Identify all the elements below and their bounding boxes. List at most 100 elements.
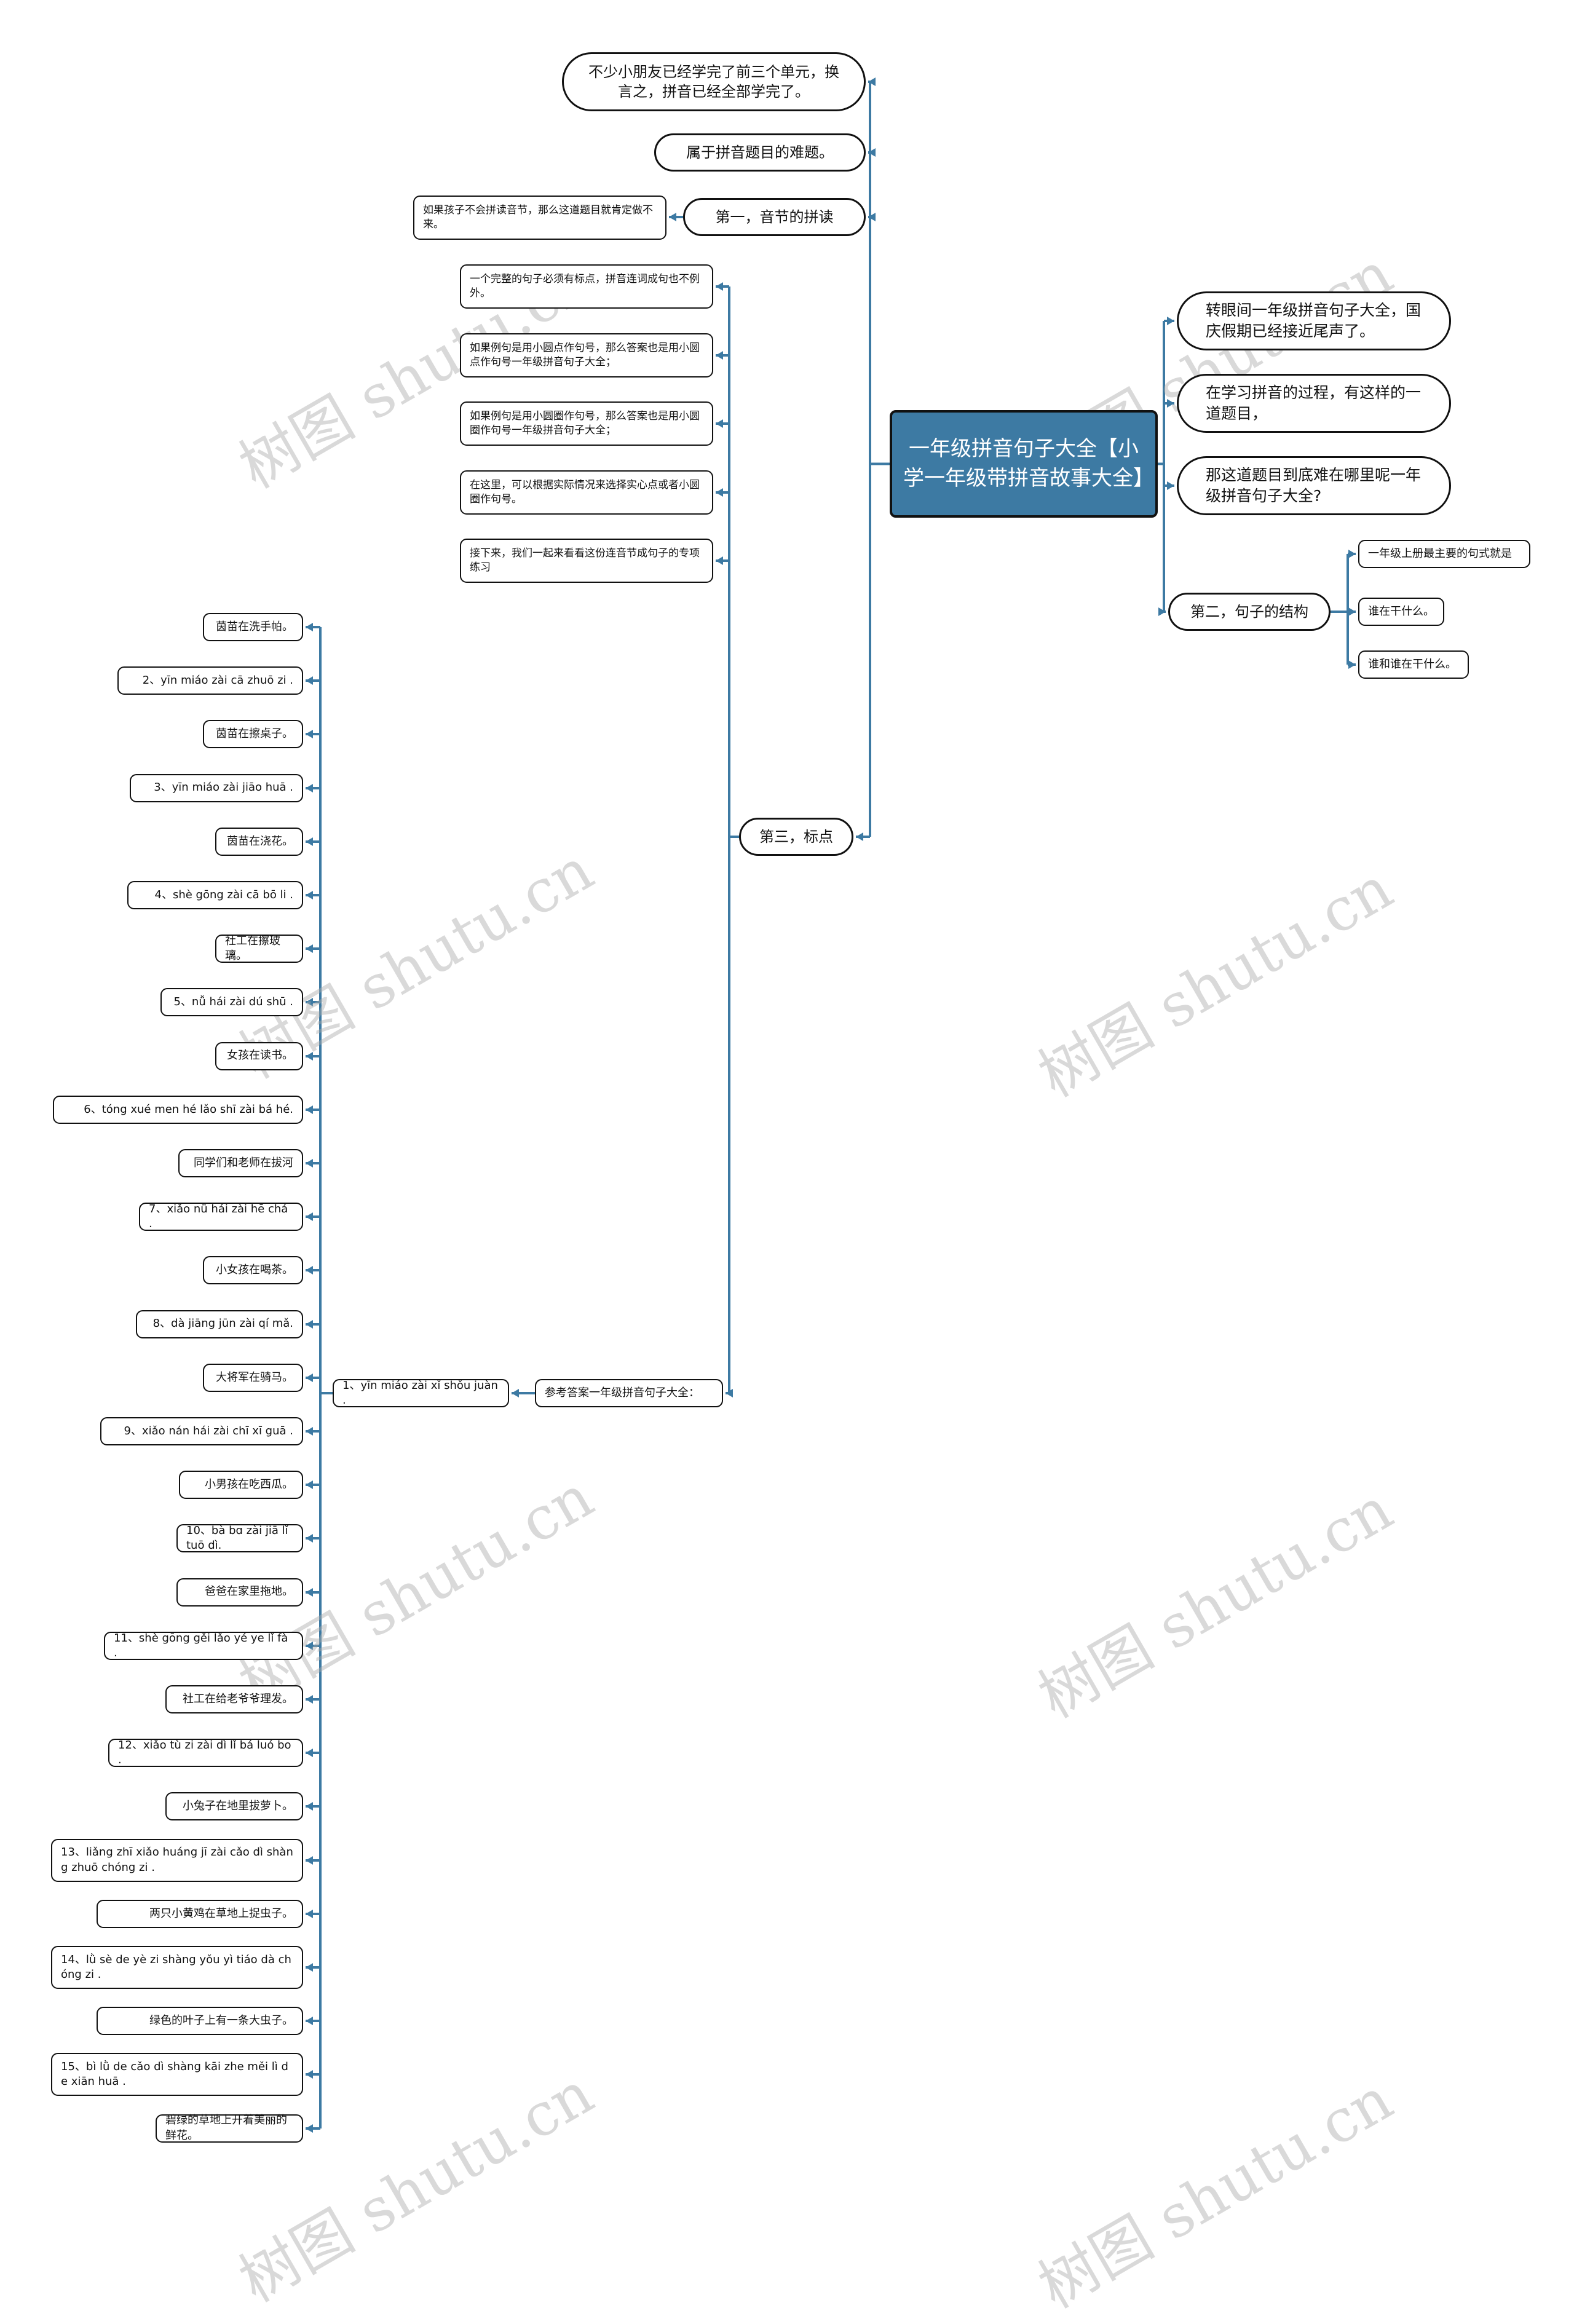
branch-label: 那这道题目到底难在哪里呢一年级拼音句子大全? <box>1206 466 1422 505</box>
leaf-label: 茵苗在浇花。 <box>227 834 293 848</box>
leaf-label: 10、bà bɑ zài jiā lǐ tuō dì. <box>186 1524 288 1552</box>
branch-node[interactable]: 在学习拼音的过程，有这样的一道题目， <box>1177 374 1451 433</box>
answer-item[interactable]: 11、shè gōng gěi lǎo yé ye lǐ fà . <box>104 1632 303 1660</box>
leaf-label: 7、xiǎo nǚ hái zài hē chá . <box>149 1202 288 1231</box>
arrow-head-icon <box>306 623 313 631</box>
branch-node-third[interactable]: 第三，标点 <box>739 818 853 856</box>
arrow-head-icon <box>716 351 723 360</box>
answer-item[interactable]: 碧绿的草地上开着美丽的鲜花。 <box>156 2114 303 2143</box>
leaf-label: 接下来，我们一起来看看这份连音节成句子的专项练习 <box>470 547 700 574</box>
leaf-label: 如果孩子不会拼读音节，那么这道题目就肯定做不来。 <box>423 204 653 231</box>
leaf-node[interactable]: 在这里，可以根据实际情况来选择实心点或者小圆圈作句号。 <box>460 470 713 515</box>
answer-item[interactable]: 4、shè gōng zài cā bō li . <box>127 881 303 909</box>
leaf-label: 谁和谁在干什么。 <box>1368 657 1457 671</box>
answer-item[interactable]: 2、yīn miáo zài cā zhuō zi . <box>117 666 303 695</box>
leaf-label: 8、dà jiāng jūn zài qí mǎ. <box>152 1317 293 1330</box>
answer-item[interactable]: 茵苗在浇花。 <box>215 827 303 856</box>
branch-node[interactable]: 属于拼音题目的难题。 <box>654 133 866 172</box>
arrow-head-icon <box>306 1963 313 1972</box>
answer-item[interactable]: 7、xiǎo nǚ hái zài hē chá . <box>139 1203 303 1231</box>
arrow-head-icon <box>868 77 876 86</box>
answer-item[interactable]: 12、xiǎo tù zi zài dì lǐ bá luó bo . <box>108 1739 303 1768</box>
branch-node[interactable]: 不少小朋友已经学完了前三个单元，换言之，拼音已经全部学完了。 <box>562 52 866 111</box>
arrow-head-icon <box>306 1642 313 1650</box>
answer-item[interactable]: 女孩在读书。 <box>215 1041 303 1070</box>
leaf-label: 两只小黄鸡在草地上捉虫子。 <box>149 1907 293 1920</box>
arrow-head-icon <box>306 1266 313 1275</box>
arrow-head-icon <box>306 944 313 953</box>
answer-item[interactable]: 9、xiǎo nán hái zài chī xī guā . <box>100 1417 303 1445</box>
answer-item[interactable]: 3、yīn miáo zài jiāo huā . <box>130 773 303 802</box>
arrow-head-icon <box>856 832 863 841</box>
leaf-node[interactable]: 谁在干什么。 <box>1358 598 1444 626</box>
leaf-node[interactable]: 谁和谁在干什么。 <box>1358 650 1469 679</box>
answer-item[interactable]: 5、nǚ hái zài dú shū . <box>160 988 303 1017</box>
watermark: 树图 shutu.cn <box>1027 1474 1404 1732</box>
answer-item[interactable]: 小男孩在吃西瓜。 <box>179 1471 303 1500</box>
answer-item[interactable]: 大将军在骑马。 <box>203 1363 303 1392</box>
leaf-node[interactable]: 一个完整的句子必须有标点，拼音连词成句也不例外。 <box>460 264 713 309</box>
answer-item[interactable]: 14、lǜ sè de yè zi shàng yǒu yì tiáo dà c… <box>51 1946 303 1989</box>
leaf-label: 11、shè gōng gěi lǎo yé ye lǐ fà . <box>114 1631 288 1659</box>
leaf-label: 在这里，可以根据实际情况来选择实心点或者小圆圈作句号。 <box>470 479 700 505</box>
answer-item[interactable]: 1、yīn miáo zài xǐ shǒu juàn . <box>333 1379 509 1407</box>
leaf-label: 一年级上册最主要的句式就是 <box>1368 547 1512 560</box>
branch-label: 不少小朋友已经学完了前三个单元，换言之，拼音已经全部学完了。 <box>588 63 839 100</box>
branch-node-first[interactable]: 第一，音节的拼读 <box>683 198 866 236</box>
answer-item[interactable]: 爸爸在家里拖地。 <box>176 1578 303 1607</box>
leaf-node[interactable]: 如果孩子不会拼读音节，那么这道题目就肯定做不来。 <box>413 196 666 240</box>
answer-item[interactable]: 茵苗在擦桌子。 <box>203 720 303 749</box>
branch-node[interactable]: 那这道题目到底难在哪里呢一年级拼音句子大全? <box>1177 456 1451 515</box>
arrow-head-icon <box>306 998 313 1006</box>
arrow-head-icon <box>306 1534 313 1543</box>
watermark: 树图 shutu.cn <box>1027 2065 1404 2322</box>
arrow-head-icon <box>306 1052 313 1061</box>
leaf-label: 14、lǜ sè de yè zi shàng yǒu yì tiáo dà c… <box>61 1953 291 1981</box>
answer-item[interactable]: 茵苗在洗手帕。 <box>203 613 303 641</box>
answer-item[interactable]: 社工在擦玻璃。 <box>215 935 303 963</box>
central-topic-label: 一年级拼音句子大全【小学一年级带拼音故事大全】 <box>903 436 1154 491</box>
answer-item[interactable]: 小女孩在喝茶。 <box>203 1256 303 1285</box>
arrow-head-icon <box>716 556 723 565</box>
arrow-head-icon <box>1348 607 1356 616</box>
leaf-node[interactable]: 如果例句是用小圆点作句号，那么答案也是用小圆点作句号一年级拼音句子大全； <box>460 333 713 377</box>
answer-item[interactable]: 绿色的叶子上有一条大虫子。 <box>97 2007 303 2036</box>
leaf-label: 茵苗在擦桌子。 <box>216 727 293 741</box>
answer-item[interactable]: 同学们和老师在拔河 <box>178 1149 303 1177</box>
arrow-head-icon <box>1167 481 1174 490</box>
answer-item[interactable]: 13、liǎng zhī xiǎo huáng jī zài cǎo dì sh… <box>51 1838 303 1882</box>
answers-header-node[interactable]: 参考答案一年级拼音句子大全： <box>535 1379 723 1407</box>
branch-node[interactable]: 转眼间一年级拼音句子大全，国庆假期已经接近尾声了。 <box>1177 291 1451 350</box>
arrow-head-icon <box>1167 399 1174 408</box>
arrow-head-icon <box>306 1105 313 1114</box>
arrow-head-icon <box>306 1373 313 1382</box>
leaf-label: 5、nǚ hái zài dú shū . <box>173 995 293 1009</box>
branch-label: 在学习拼音的过程，有这样的一道题目， <box>1206 384 1422 422</box>
leaf-node[interactable]: 接下来，我们一起来看看这份连音节成句子的专项练习 <box>460 539 713 583</box>
arrow-head-icon <box>306 1320 313 1329</box>
answer-item[interactable]: 6、tóng xué men hé lǎo shī zài bá hé. <box>53 1095 303 1124</box>
arrow-head-icon <box>306 1695 313 1704</box>
leaf-label: 社工在擦玻璃。 <box>225 934 280 963</box>
leaf-label: 1、yīn miáo zài xǐ shǒu juàn . <box>342 1378 498 1407</box>
answer-item[interactable]: 15、bì lǜ de cǎo dì shàng kāi zhe měi lì … <box>51 2053 303 2097</box>
branch-label: 第二，句子的结构 <box>1190 603 1308 620</box>
arrow-head-icon <box>306 1159 313 1168</box>
leaf-label: 小男孩在吃西瓜。 <box>205 1478 293 1492</box>
central-topic[interactable]: 一年级拼音句子大全【小学一年级带拼音故事大全】 <box>890 410 1158 518</box>
leaf-node[interactable]: 如果例句是用小圆圈作句号，那么答案也是用小圆圈作句号一年级拼音句子大全； <box>460 401 713 446</box>
leaf-label: 参考答案一年级拼音句子大全： <box>545 1386 700 1399</box>
answer-item[interactable]: 社工在给老爷爷理发。 <box>165 1685 303 1713</box>
leaf-label: 谁在干什么。 <box>1368 604 1434 618</box>
branch-label: 第三，标点 <box>759 828 833 845</box>
arrow-head-icon <box>306 676 313 685</box>
leaf-node[interactable]: 一年级上册最主要的句式就是 <box>1358 540 1530 568</box>
arrow-head-icon <box>868 148 876 157</box>
arrow-head-icon <box>306 2017 313 2025</box>
answer-item[interactable]: 10、bà bɑ zài jiā lǐ tuō dì. <box>176 1524 303 1553</box>
answer-item[interactable]: 小兔子在地里拔萝卜。 <box>165 1792 303 1821</box>
branch-node-second[interactable]: 第二，句子的结构 <box>1168 593 1331 631</box>
answer-item[interactable]: 8、dà jiāng jūn zài qí mǎ. <box>136 1310 303 1338</box>
arrow-head-icon <box>306 2070 313 2079</box>
answer-item[interactable]: 两只小黄鸡在草地上捉虫子。 <box>97 1899 303 1928</box>
